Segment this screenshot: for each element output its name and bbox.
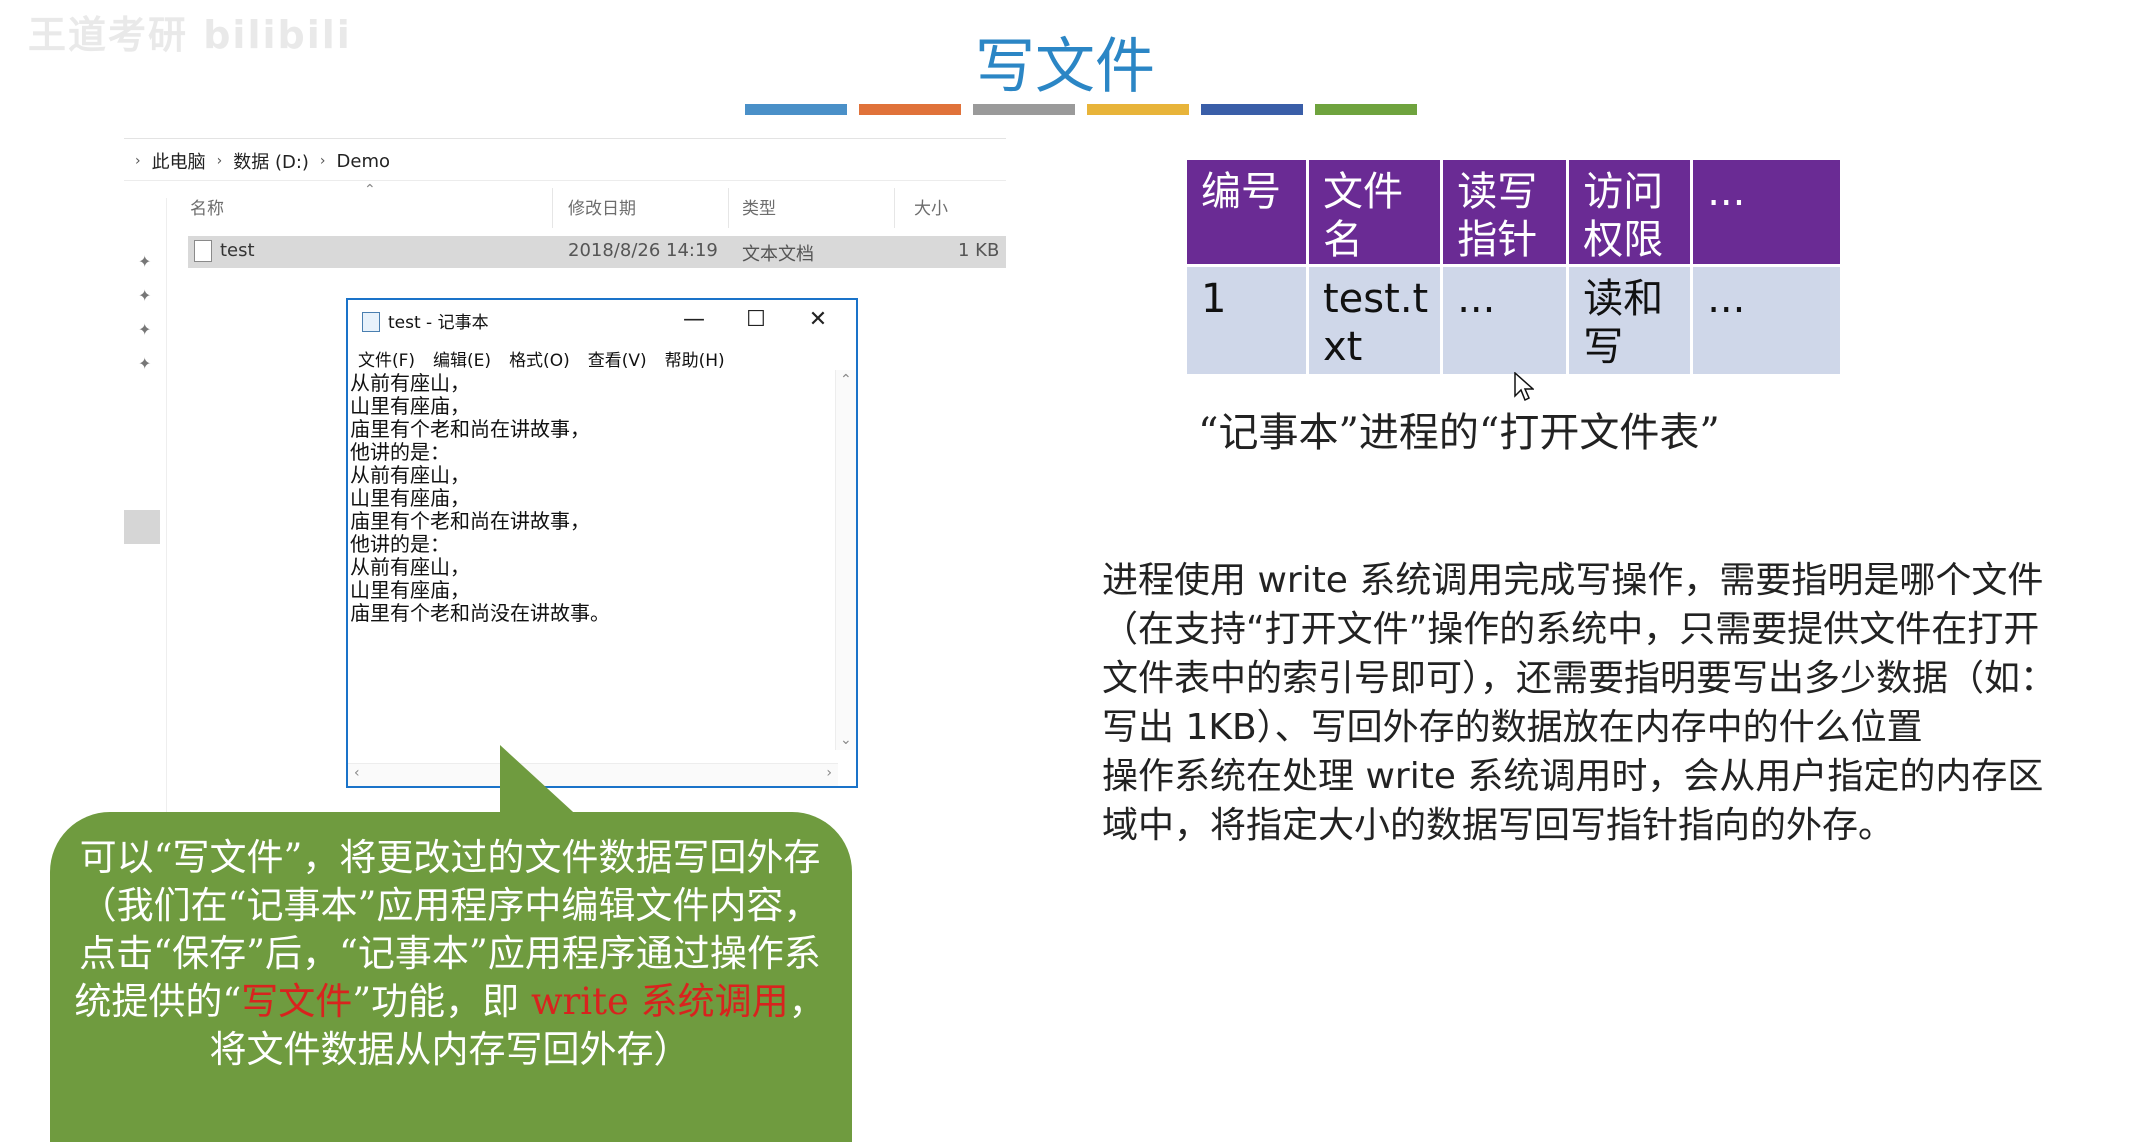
column-header-modified[interactable]: 修改日期 [568, 194, 636, 219]
header-cell: 编号 [1184, 157, 1309, 267]
file-row-test[interactable]: test 2018/8/26 14:19 文本文档 1 KB [188, 236, 1006, 268]
table-cell: test.t xt [1305, 264, 1444, 377]
color-bar [859, 104, 961, 115]
highlight-write-file: 写文件 [241, 980, 353, 1023]
divider [124, 180, 1006, 181]
color-bar [1087, 104, 1189, 115]
column-divider[interactable] [894, 188, 895, 228]
window-title: test - 记事本 [388, 313, 489, 333]
table-caption: “记事本”进程的“打开文件表” [1198, 410, 1720, 456]
notepad-text-area[interactable]: 从前有座山， 山里有座庙， 庙里有个老和尚在讲故事， 他讲的是： 从前有座山， … [350, 372, 830, 625]
menu-bar: 文件(F) 编辑(E) 格式(O) 查看(V) 帮助(H) [358, 346, 725, 371]
header-cell: ... [1690, 157, 1844, 267]
scroll-right-icon[interactable]: › [826, 765, 832, 781]
color-bars [745, 104, 1417, 116]
text-file-icon [194, 240, 212, 262]
pin-icon[interactable]: ✦ [138, 320, 151, 339]
notepad-icon [362, 312, 380, 332]
column-header-size[interactable]: 大小 [914, 194, 948, 219]
pin-icon[interactable]: ✦ [138, 354, 151, 373]
chevron-right-icon[interactable]: › [135, 153, 141, 169]
mouse-cursor-icon [1514, 372, 1534, 402]
vertical-scrollbar[interactable]: ⌃ ⌄ [835, 370, 856, 750]
table-cell: 读和 写 [1566, 264, 1694, 377]
file-name: test [220, 240, 255, 261]
breadcrumb-demo[interactable]: Demo [337, 151, 390, 172]
scroll-down-icon[interactable]: ⌄ [840, 732, 852, 748]
pin-icon[interactable]: ✦ [138, 286, 151, 305]
chevron-right-icon[interactable]: › [320, 153, 326, 169]
highlight-write-syscall: write 系统调用 [530, 980, 789, 1023]
sort-ascending-icon[interactable]: ⌃ [364, 182, 376, 198]
table-row: 1 test.t xt ... 读和 写 ... [1184, 264, 1844, 377]
description-paragraph-1: 进程使用 write 系统调用完成写操作，需要指明是哪个文件（在支持“打开文件”… [1102, 560, 2057, 748]
breadcrumb-this-pc[interactable]: 此电脑 [152, 148, 206, 174]
open-file-table: 编号 文件 名 读写 指针 访问 权限 ... 1 test.t xt ... … [1184, 157, 1844, 377]
menu-help[interactable]: 帮助(H) [665, 346, 725, 371]
divider [124, 138, 1006, 139]
menu-format[interactable]: 格式(O) [509, 346, 570, 371]
column-divider[interactable] [728, 188, 729, 228]
header-cell: 读写 指针 [1440, 157, 1570, 267]
file-type: 文本文档 [742, 244, 814, 265]
table-header-row: 编号 文件 名 读写 指针 访问 权限 ... [1184, 157, 1844, 267]
close-button[interactable]: ✕ [794, 302, 842, 338]
slide-title: 写文件 [975, 32, 1155, 102]
divider [166, 198, 167, 818]
breadcrumb: › 此电脑 › 数据 (D:) › Demo [124, 144, 390, 178]
notepad-window: test - 记事本 — ☐ ✕ 文件(F) 编辑(E) 格式(O) 查看(V)… [346, 298, 858, 788]
callout-text: 可以“写文件”，将更改过的文件数据写回外存（我们在“记事本”应用程序中编辑文件内… [74, 836, 826, 1071]
color-bar [1315, 104, 1417, 115]
description-paragraph-2: 操作系统在处理 write 系统调用时，会从用户指定的内存区域中，将指定大小的数… [1102, 756, 2044, 846]
menu-view[interactable]: 查看(V) [588, 346, 647, 371]
column-header-name[interactable]: 名称 [190, 194, 224, 219]
table-cell: ... [1440, 264, 1570, 377]
file-size: 1 KB [958, 240, 1000, 261]
table-cell: ... [1690, 264, 1844, 377]
scroll-marker [124, 510, 160, 544]
color-bar [745, 104, 847, 115]
menu-edit[interactable]: 编辑(E) [433, 346, 491, 371]
description: 进程使用 write 系统调用完成写操作，需要指明是哪个文件（在支持“打开文件”… [1102, 556, 2062, 850]
pin-icon[interactable]: ✦ [138, 252, 151, 271]
color-bar [1201, 104, 1303, 115]
header-cell: 访问 权限 [1566, 157, 1694, 267]
maximize-button[interactable]: ☐ [732, 302, 780, 338]
table-cell: 1 [1184, 264, 1309, 377]
scroll-left-icon[interactable]: ‹ [354, 765, 360, 781]
chevron-right-icon[interactable]: › [217, 153, 223, 169]
menu-file[interactable]: 文件(F) [358, 346, 415, 371]
color-bar [973, 104, 1075, 115]
minimize-button[interactable]: — [670, 302, 718, 338]
header-cell: 文件 名 [1305, 157, 1444, 267]
breadcrumb-drive-d[interactable]: 数据 (D:) [233, 148, 309, 174]
column-divider[interactable] [552, 188, 553, 228]
column-header-type[interactable]: 类型 [742, 194, 776, 219]
scroll-up-icon[interactable]: ⌃ [840, 372, 852, 388]
file-modified: 2018/8/26 14:19 [568, 240, 718, 261]
